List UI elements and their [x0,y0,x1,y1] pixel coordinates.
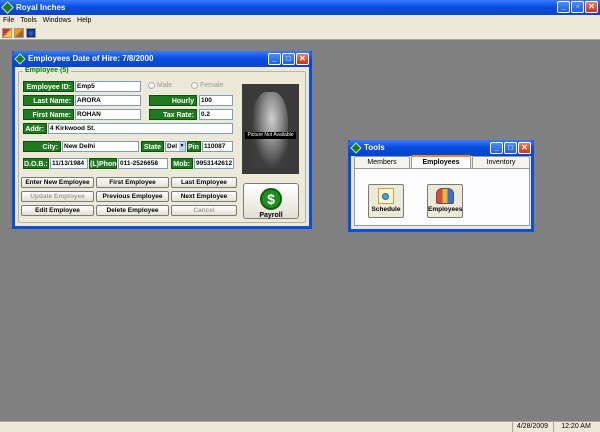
landline-phone-field[interactable]: 011-2526658 [118,158,168,169]
toolbar-icon-3[interactable] [26,28,36,38]
first-name-label: First Name: [23,109,74,120]
photo-caption: Picture Not Available [245,132,296,139]
menu-file[interactable]: File [0,15,17,27]
employee-window-titlebar: Employees Date of Hire: 7/8/2000 _ □ ✕ [12,51,312,67]
tab-employees[interactable]: Employees [411,155,471,168]
employee-group-legend: Employee (5) [23,67,71,74]
delete-employee-button[interactable]: Delete Employee [96,205,169,216]
female-radio-label: Female [200,82,224,89]
close-button[interactable]: ✕ [585,1,598,13]
payroll-label: Payroll [259,212,283,219]
maximize-button[interactable]: □ [282,53,295,65]
first-employee-button[interactable]: First Employee [96,177,169,188]
radio-icon [191,82,198,89]
male-radio[interactable]: Male [148,82,172,89]
addr-label: Addr: [23,123,47,134]
app-window-controls: _ ▫ ✕ [557,1,598,13]
app-title: Royal Inches [16,3,66,12]
city-label: City: [23,141,61,152]
enter-new-employee-button[interactable]: Enter New Employee [21,177,94,188]
toolbar-icon-2[interactable] [14,28,24,38]
employees-button[interactable]: Employees [427,184,463,218]
tax-rate-field[interactable]: 0.2 [199,109,233,120]
last-name-label: Last Name: [23,95,74,106]
window-logo-icon [14,53,26,65]
schedule-button[interactable]: Schedule [368,184,404,218]
city-field[interactable]: New Delhi [62,141,139,152]
employee-window: Employees Date of Hire: 7/8/2000 _ □ ✕ E… [12,51,312,229]
dob-field[interactable]: 11/13/1984 [50,158,88,169]
menu-help[interactable]: Help [74,15,94,27]
close-button[interactable]: ✕ [518,142,531,154]
window-logo-icon [350,142,362,154]
menu-windows[interactable]: Windows [40,15,74,27]
addr-field[interactable]: 4 Kirkwood St. [48,123,233,134]
update-employee-button[interactable]: Update Employee [21,191,94,202]
photo-figure [252,92,288,168]
restore-button[interactable]: ▫ [571,1,584,13]
last-employee-button[interactable]: Last Employee [171,177,237,188]
tax-rate-label: Tax Rate: [149,109,197,120]
emp-id-field[interactable]: Emp5 [75,81,141,92]
hourly-wage-field[interactable]: 100 [199,95,233,106]
radio-icon [148,82,155,89]
tab-inventory[interactable]: Inventory [472,156,530,168]
tools-window-controls: _ □ ✕ [490,142,531,154]
dollar-icon: $ [260,188,282,210]
menu-tools[interactable]: Tools [17,15,39,27]
tools-window-titlebar: Tools _ □ ✕ [348,140,534,156]
first-name-field[interactable]: ROHAN [75,109,141,120]
app-logo-icon [1,1,14,14]
landline-phone-label: (L)Phone [89,158,120,169]
hourly-wage-label: Hourly Wage: [149,95,197,116]
next-employee-button[interactable]: Next Employee [171,191,237,202]
dob-label: D.O.B.: [23,158,49,169]
maximize-button[interactable]: □ [504,142,517,154]
emp-id-label: Employee ID: [23,81,74,92]
calendar-icon [378,188,394,204]
schedule-label: Schedule [371,206,401,213]
status-date: 4/28/2009 [512,422,552,432]
status-time: 12:20 AM [553,422,598,432]
mobile-field[interactable]: 9953142612 [194,158,234,169]
state-label: State : [141,141,164,162]
employee-photo: Picture Not Available [242,84,299,174]
menu-bar: File Tools Windows Help [0,15,600,27]
chevron-down-icon[interactable]: ▼ [179,142,185,151]
edit-employee-button[interactable]: Edit Employee [21,205,94,216]
cancel-button[interactable]: Cancel [171,205,237,216]
toolbar [0,27,600,40]
toolbar-icon-1[interactable] [2,28,12,38]
minimize-button[interactable]: _ [268,53,281,65]
tools-window: Tools _ □ ✕ Members Employees Inventory … [348,140,534,232]
payroll-button[interactable]: $ Payroll [243,183,299,219]
male-radio-label: Male [157,82,173,89]
previous-employee-button[interactable]: Previous Employee [96,191,169,202]
tools-window-title: Tools [364,143,385,152]
employees-label: Employees [428,206,463,213]
pin-label: Pin [187,141,201,152]
app-titlebar: Royal Inches _ ▫ ✕ [0,0,600,15]
minimize-button[interactable]: _ [490,142,503,154]
mobile-label: Mob: [171,158,193,169]
close-button[interactable]: ✕ [296,53,309,65]
people-icon [436,188,454,204]
status-bar: 4/28/2009 12:20 AM [0,421,600,432]
minimize-button[interactable]: _ [557,1,570,13]
state-select[interactable]: Del ▼ [165,141,186,152]
calendar-dot-icon [382,193,389,200]
tab-members[interactable]: Members [354,156,410,168]
last-name-field[interactable]: ARORA [75,95,141,106]
pin-field[interactable]: 110087 [202,141,233,152]
employee-window-controls: _ □ ✕ [268,53,309,65]
employee-window-title: Employees Date of Hire: 7/8/2000 [28,54,154,63]
female-radio[interactable]: Female [191,82,223,89]
state-select-value: Del [167,143,178,150]
